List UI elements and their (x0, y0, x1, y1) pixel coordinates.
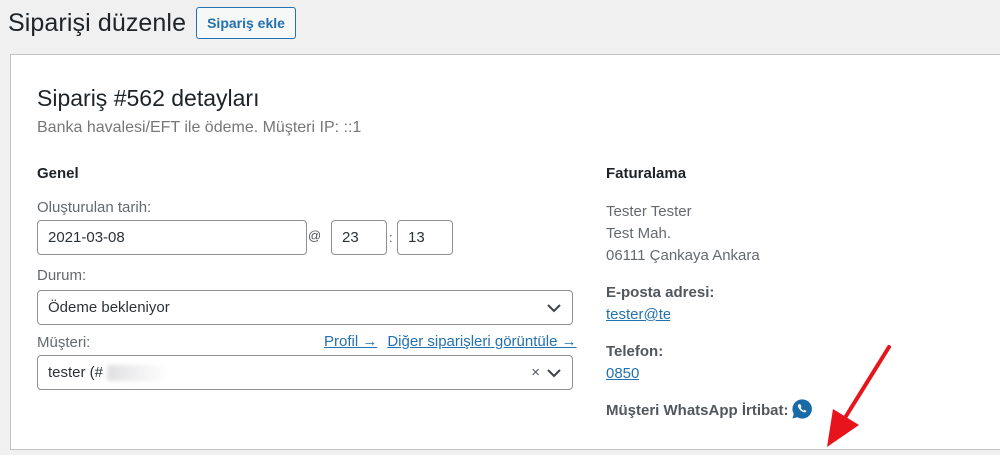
status-select[interactable]: Ödeme bekleniyor (37, 290, 573, 325)
customer-links: Profil → Diğer siparişleri görüntüle → (324, 333, 577, 350)
whatsapp-label: Müşteri WhatsApp İrtibat: (606, 402, 789, 419)
order-panel: Sipariş #562 detayları Banka havalesi/EF… (10, 54, 1000, 450)
email-label: E-posta adresi: (606, 284, 715, 301)
whatsapp-icon[interactable] (791, 398, 813, 420)
phone-label: Telefon: (606, 343, 664, 360)
order-meta: Banka havalesi/EFT ile ödeme. Müşteri IP… (37, 119, 362, 136)
redacted-customer-id (107, 364, 168, 381)
order-heading: Sipariş #562 detayları (37, 85, 260, 111)
date-label: Oluşturulan tarih: (37, 199, 152, 216)
address-line: 06111 Çankaya Ankara (606, 247, 760, 264)
hour-value: 23 (342, 229, 359, 246)
email-link[interactable]: tester@te (606, 306, 670, 323)
billing-section-title: Faturalama (606, 165, 687, 182)
chevron-down-icon (547, 369, 561, 378)
general-section-title: Genel (37, 165, 79, 182)
page-title: Siparişi düzenle (8, 8, 187, 37)
time-colon: : (389, 230, 393, 245)
date-input[interactable]: 2021-03-08 (37, 220, 307, 255)
page-header: Siparişi düzenle Sipariş ekle (8, 4, 296, 42)
add-order-button[interactable]: Sipariş ekle (196, 7, 296, 39)
customer-label: Müşteri: (37, 334, 91, 351)
profile-link[interactable]: Profil → (324, 333, 377, 350)
clear-customer-icon[interactable]: × (531, 364, 540, 381)
customer-select[interactable]: tester (# × (37, 355, 573, 390)
chevron-down-icon (547, 304, 561, 313)
minute-input[interactable]: 13 (397, 220, 453, 255)
red-arrow-annotation (827, 345, 891, 447)
other-orders-link[interactable]: Diğer siparişleri görüntüle → (387, 333, 576, 350)
address-line: Test Mah. (606, 225, 672, 242)
minute-value: 13 (408, 229, 425, 246)
status-label: Durum: (37, 267, 87, 284)
at-separator: @ (308, 228, 322, 243)
date-value: 2021-03-08 (48, 229, 125, 246)
hour-input[interactable]: 23 (331, 220, 387, 255)
customer-value: tester (# (48, 364, 104, 381)
address-line: Tester Tester (606, 203, 692, 220)
status-value: Ödeme bekleniyor (48, 299, 170, 316)
phone-link[interactable]: 0850 (606, 365, 639, 382)
